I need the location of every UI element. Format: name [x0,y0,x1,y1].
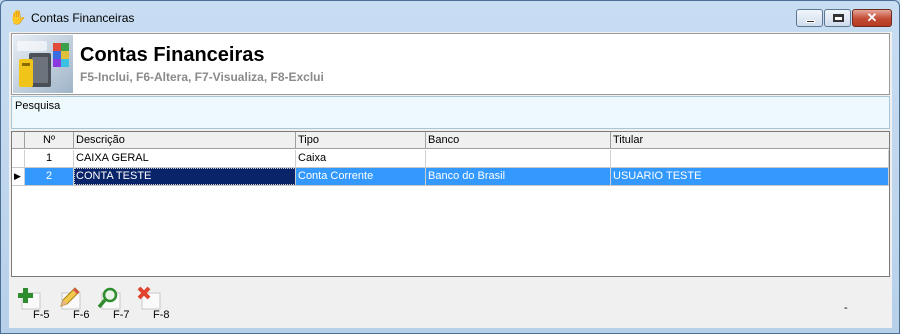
cell-tipo[interactable]: Conta Corrente [296,168,426,185]
accounts-logo-icon [13,35,73,93]
column-header-titular[interactable]: Titular [611,132,889,149]
status-text: - [844,302,848,314]
column-header-num[interactable]: Nº [25,132,74,149]
minimize-icon [806,20,815,23]
cell-descricao[interactable]: CONTA TESTE [74,168,296,185]
view-shortcut-label: F-7 [113,309,130,321]
add-icon [18,288,41,310]
cell-num[interactable]: 1 [25,150,74,167]
add-shortcut-label: F-5 [33,309,50,321]
hand-icon: ✋ [9,9,27,25]
delete-icon [137,286,161,310]
pencil-icon [60,287,81,310]
maximize-icon [833,14,844,22]
edit-shortcut-label: F-6 [73,309,90,321]
table-row-selected[interactable]: ▶ 2 CONTA TESTE Conta Corrente Banco do … [12,168,889,186]
column-header-banco[interactable]: Banco [426,132,611,149]
table-row[interactable]: 1 CAIXA GERAL Caixa [12,150,889,168]
header-indicator-cell [12,132,25,149]
form-header: Contas Financeiras F5-Inclui, F6-Altera,… [11,33,890,95]
cell-num[interactable]: 2 [25,168,74,185]
search-label: Pesquisa [15,100,61,112]
window-title: Contas Financeiras [31,11,135,25]
cell-banco[interactable] [426,150,611,167]
search-panel[interactable]: Pesquisa [11,96,890,129]
grid-header: Nº Descrição Tipo Banco Titular [12,132,889,149]
add-button[interactable]: F-5 [17,286,51,324]
column-header-tipo[interactable]: Tipo [296,132,426,149]
accounts-grid[interactable]: Nº Descrição Tipo Banco Titular 1 CAIXA … [11,131,890,277]
row-indicator [12,150,25,167]
client-area: Contas Financeiras F5-Inclui, F6-Altera,… [9,32,892,328]
title-bar[interactable]: ✋ Contas Financeiras ✕ [1,1,899,33]
shortcut-hint: F5-Inclui, F6-Altera, F7-Visualiza, F8-E… [80,70,324,84]
view-button[interactable]: F-7 [97,286,131,324]
delete-button[interactable]: F-8 [137,286,171,324]
window: ✋ Contas Financeiras ✕ Contas Financeira… [0,0,900,334]
page-title: Contas Financeiras [80,44,265,66]
cell-descricao[interactable]: CAIXA GERAL [74,150,296,167]
current-row-arrow-icon: ▶ [12,168,25,185]
magnifier-icon [97,287,121,310]
delete-shortcut-label: F-8 [153,309,170,321]
column-header-descricao[interactable]: Descrição [74,132,296,149]
cell-tipo[interactable]: Caixa [296,150,426,167]
cell-banco[interactable]: Banco do Brasil [426,168,611,185]
close-button[interactable]: ✕ [852,9,892,27]
action-toolbar: F-5 F-6 F-7 F-8 [17,286,217,326]
cell-titular[interactable] [611,150,889,167]
close-icon: ✕ [866,10,878,25]
maximize-button[interactable] [824,9,851,27]
minimize-button[interactable] [796,9,823,27]
edit-button[interactable]: F-6 [57,286,91,324]
cell-titular[interactable]: USUARIO TESTE [611,168,889,185]
